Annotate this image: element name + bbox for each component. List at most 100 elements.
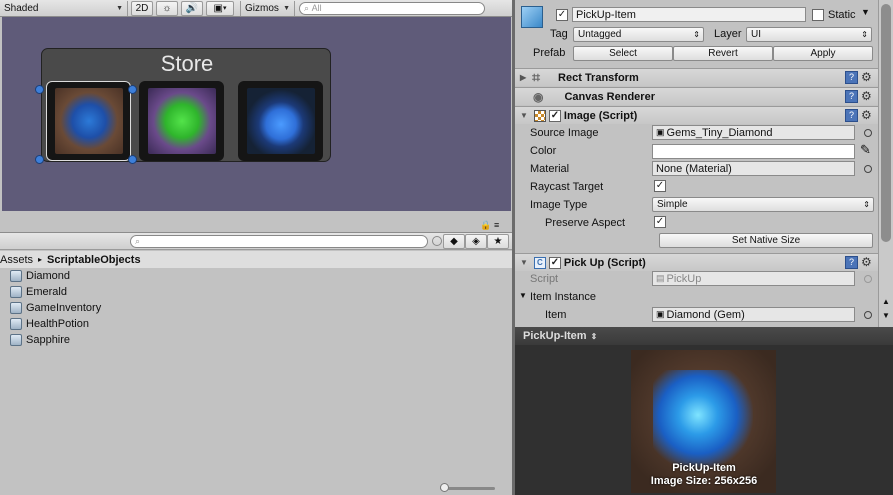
scroll-up-icon[interactable]: ▲ [882, 297, 890, 306]
effects-dropdown[interactable]: ▣ ▾ [206, 0, 234, 16]
object-name-field[interactable]: PickUp-Item [572, 7, 806, 22]
object-picker-icon[interactable] [864, 165, 872, 173]
asset-list: Diamond Emerald GameInventory HealthPoti… [0, 268, 512, 348]
prefab-apply-button[interactable]: Apply [773, 46, 873, 61]
pickup-enabled-checkbox[interactable]: ✓ [548, 256, 561, 269]
rect-handle-tl[interactable] [35, 85, 44, 94]
preserve-aspect-label: Preserve Aspect [545, 217, 626, 229]
tag-dropdown[interactable]: Untagged ⇕ [573, 27, 704, 42]
prefab-select-button[interactable]: Select [573, 46, 673, 61]
set-native-size-button[interactable]: Set Native Size [659, 233, 873, 248]
help-icon[interactable]: ? [845, 90, 858, 103]
filter-by-type-icon[interactable]: ◆ [443, 234, 465, 249]
image-type-value: Simple [657, 199, 688, 210]
shading-mode-dropdown[interactable]: Shaded ▼ [0, 0, 128, 16]
color-field[interactable] [652, 144, 855, 159]
list-item[interactable]: HealthPotion [0, 316, 512, 332]
gear-icon[interactable]: ⚙ [861, 70, 872, 84]
preview-area: PickUp-Item Image Size: 256x256 [515, 345, 893, 495]
help-icon[interactable]: ? [845, 71, 858, 84]
source-image-label: Source Image [530, 127, 599, 139]
object-picker-icon[interactable] [864, 311, 872, 319]
list-item[interactable]: Sapphire [0, 332, 512, 348]
rect-handle-br[interactable] [128, 155, 137, 164]
breadcrumb-assets[interactable]: Assets [0, 254, 33, 266]
list-item[interactable]: Diamond [0, 268, 512, 284]
scrollbar-thumb[interactable] [881, 4, 891, 242]
scene-search-input[interactable]: ⌕ All [299, 1, 485, 15]
rect-transform-header[interactable]: ▶ ⌗ Rect Transform [515, 68, 878, 86]
chevron-down-icon[interactable]: ▼ [519, 291, 527, 300]
prefab-label: Prefab [533, 47, 566, 59]
inspector-scrollbar[interactable]: ▲ ▼ [878, 0, 893, 327]
favorite-star-icon[interactable]: ★ [487, 234, 509, 249]
object-picker-icon [864, 275, 872, 283]
scroll-down-icon[interactable]: ▼ [882, 311, 890, 320]
preserve-aspect-checkbox[interactable]: ✓ [654, 216, 666, 228]
script-label: Script [530, 273, 559, 285]
canvas-renderer-header[interactable]: ◉ Canvas Renderer [515, 87, 878, 105]
component-title: Canvas Renderer [564, 90, 655, 103]
list-item[interactable]: Emerald [0, 284, 512, 300]
preview-header[interactable]: PickUp-Item ⇕ [515, 327, 893, 345]
search-clear-icon[interactable] [432, 236, 442, 246]
gizmos-label: Gizmos [245, 2, 279, 14]
icon-size-slider-handle[interactable] [440, 483, 449, 492]
store-title: Store [160, 51, 214, 76]
asset-name: GameInventory [26, 302, 102, 314]
store-slot-diamond[interactable] [46, 81, 131, 161]
diamond-icon [54, 88, 123, 154]
2d-mode-toggle[interactable]: 2D [131, 0, 153, 16]
rect-handle-tr[interactable] [128, 85, 137, 94]
layer-label: Layer [714, 28, 742, 40]
lighting-toggle[interactable]: ☼ [156, 0, 178, 16]
rect-transform-icon: ⌗ [532, 69, 541, 85]
raycast-target-checkbox[interactable]: ✓ [654, 180, 666, 192]
filter-by-label-icon[interactable]: ◈ [465, 234, 487, 249]
script-field: ▤ PickUp [652, 271, 855, 286]
gizmos-dropdown[interactable]: Gizmos ▼ [240, 0, 295, 16]
chevron-down-icon: ▼ [520, 258, 528, 267]
gear-icon[interactable]: ⚙ [861, 255, 872, 269]
preview-caption-name: PickUp-Item [672, 462, 736, 474]
shading-mode-label: Shaded [4, 2, 39, 14]
chevron-down-icon[interactable]: ▼ [861, 7, 870, 17]
breadcrumb-folder[interactable]: ScriptableObjects [47, 254, 141, 266]
chevron-right-icon: ▸ [38, 255, 43, 264]
store-slot-potion[interactable] [238, 81, 323, 161]
gear-icon[interactable]: ⚙ [861, 108, 872, 122]
store-panel[interactable]: Store [35, 48, 331, 164]
project-search-input[interactable]: ⌕ [130, 235, 428, 248]
help-icon[interactable]: ? [845, 109, 858, 122]
object-picker-icon[interactable] [864, 129, 872, 137]
eye-icon: ◉ [533, 89, 544, 104]
scriptable-object-icon [10, 302, 22, 314]
audio-toggle[interactable]: 🔊 [181, 0, 203, 16]
store-slot-emerald[interactable] [139, 81, 224, 161]
item-instance-label[interactable]: Item Instance [530, 291, 596, 303]
layer-dropdown[interactable]: UI ⇕ [746, 27, 872, 42]
item-field[interactable]: ▣ Diamond (Gem) [652, 307, 855, 322]
help-icon[interactable]: ? [845, 256, 858, 269]
chevron-down-icon: ▼ [116, 4, 123, 12]
gear-icon[interactable]: ⚙ [861, 89, 872, 103]
image-component-header[interactable]: ▼ ✓ Image (Script) [515, 106, 878, 124]
rect-handle-bl[interactable] [35, 155, 44, 164]
image-type-dropdown[interactable]: Simple ⇕ [652, 197, 874, 212]
scriptable-object-icon [10, 286, 22, 298]
active-checkbox[interactable]: ✓ [556, 9, 568, 21]
list-item[interactable]: GameInventory [0, 300, 512, 316]
eyedropper-icon[interactable]: ✎ [860, 142, 871, 158]
prefab-revert-button[interactable]: Revert [673, 46, 773, 61]
lock-icon[interactable]: 🔒 [480, 220, 491, 231]
image-enabled-checkbox[interactable]: ✓ [548, 109, 561, 122]
asset-name: Diamond [26, 270, 71, 282]
scene-view[interactable]: Store [2, 17, 511, 211]
pickup-component-header[interactable]: ▼ C ✓ Pick Up (Script) [515, 253, 878, 271]
sun-icon: ☼ [162, 2, 172, 14]
material-label: Material [530, 163, 570, 175]
static-checkbox[interactable] [812, 9, 824, 21]
menu-icon[interactable]: ≡ [494, 220, 499, 230]
source-image-field[interactable]: ▣ Gems_Tiny_Diamond [652, 125, 855, 140]
material-field[interactable]: None (Material) [652, 161, 855, 176]
